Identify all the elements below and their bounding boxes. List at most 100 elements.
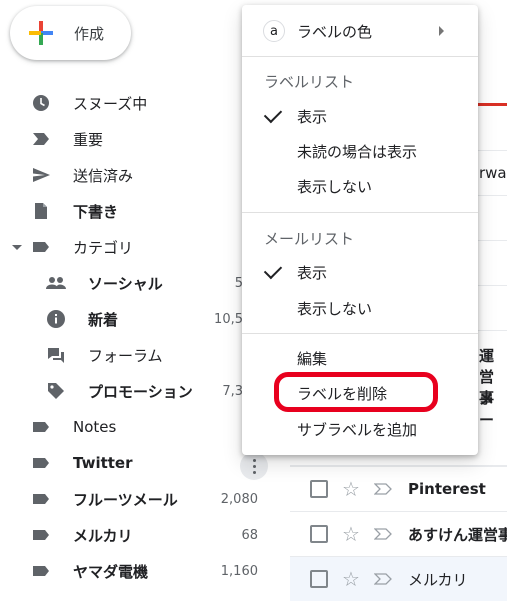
sidebar-item-label: 下書き — [73, 202, 119, 221]
sidebar-item-label: 重要 — [73, 130, 104, 149]
sidebar-item-label: Notes — [73, 418, 117, 436]
select-checkbox[interactable] — [310, 525, 328, 543]
mail-sender: メルカリ — [408, 570, 468, 589]
sidebar-item-updates[interactable]: 新着 10,5 — [0, 301, 270, 337]
compose-button[interactable]: 作成 — [10, 6, 131, 60]
sidebar-item-label: 新着 — [88, 310, 119, 329]
compose-label: 作成 — [74, 24, 105, 43]
menu-item-label: 表示 — [297, 107, 328, 126]
star-icon[interactable]: ☆ — [342, 522, 360, 546]
sidebar-item-yamada[interactable]: ヤマダ電機 1,160 — [0, 553, 270, 589]
menu-item-mail-list-hide[interactable]: 表示しない — [242, 291, 478, 325]
sidebar-item-social[interactable]: ソーシャル 5 — [0, 265, 270, 301]
sidebar-item-forums[interactable]: フォーラム — [0, 337, 270, 373]
sidebar-item-fruits-mail[interactable]: フルーツメール 2,080 — [0, 481, 270, 517]
star-icon[interactable]: ☆ — [342, 477, 360, 501]
sidebar-item-label: Twitter — [73, 454, 133, 472]
menu-item-add-sublabel[interactable]: サブラベルを追加 — [242, 412, 478, 446]
check-icon — [263, 260, 283, 280]
label-options-button[interactable] — [240, 452, 268, 480]
sidebar-item-label: プロモーション — [88, 382, 193, 401]
menu-item-label: 表示 — [297, 263, 328, 282]
mail-sender: Pinterest — [408, 480, 486, 498]
plus-icon — [26, 18, 56, 48]
label-icon — [30, 560, 52, 582]
importance-marker-icon[interactable] — [374, 573, 392, 585]
menu-item-label: 表示しない — [297, 177, 373, 196]
draft-icon — [30, 200, 52, 222]
tag-icon — [45, 380, 67, 402]
menu-divider — [242, 56, 478, 57]
menu-item-label-list-show[interactable]: 表示 — [242, 99, 478, 133]
info-icon — [45, 308, 67, 330]
importance-marker-icon[interactable] — [374, 528, 392, 540]
label-icon — [30, 416, 52, 438]
label-icon — [30, 236, 52, 258]
label-icon — [30, 452, 52, 474]
mail-row[interactable]: ☆ あすけん運営事 — [290, 511, 507, 556]
menu-item-label-list-hide[interactable]: 表示しない — [242, 169, 478, 203]
label-icon — [30, 488, 52, 510]
sidebar-item-label: スヌーズ中 — [73, 94, 148, 113]
list-divider — [478, 150, 507, 151]
menu-divider — [242, 212, 478, 213]
menu-item-label: ラベルの色 — [297, 22, 373, 41]
list-divider — [478, 330, 507, 331]
row-sender-fragment: メー — [479, 390, 495, 429]
sidebar-item-important[interactable]: 重要 — [0, 121, 270, 157]
sidebar-item-promotions[interactable]: プロモーション 7,3 — [0, 373, 270, 409]
sidebar-item-mercari[interactable]: メルカリ 68 — [0, 517, 270, 553]
row-sender-fragment: rwar — [479, 164, 507, 182]
sidebar-item-label: 送信済み — [73, 166, 134, 185]
highlight-annotation — [274, 372, 438, 412]
clock-icon — [30, 92, 52, 114]
importance-marker-icon[interactable] — [374, 483, 392, 495]
label-icon — [30, 524, 52, 546]
send-icon — [30, 164, 52, 186]
sidebar-item-twitter[interactable]: Twitter — [0, 445, 270, 481]
submenu-arrow-icon — [439, 26, 444, 36]
sidebar-item-label: メルカリ — [73, 526, 133, 545]
sidebar-item-snoozed[interactable]: スヌーズ中 — [0, 85, 270, 121]
expand-caret-icon[interactable] — [12, 244, 22, 250]
menu-section-label-list: ラベルリスト — [264, 73, 355, 91]
check-icon — [263, 104, 283, 124]
unread-count: 10,5 — [214, 311, 243, 327]
select-checkbox[interactable] — [310, 570, 328, 588]
menu-item-label: 未読の場合は表示 — [297, 142, 418, 161]
select-checkbox[interactable] — [310, 480, 328, 498]
star-icon[interactable]: ☆ — [342, 567, 360, 591]
mail-row[interactable]: ☆ Pinterest — [290, 466, 507, 511]
unread-count: 68 — [241, 527, 258, 543]
unread-count: 2,080 — [220, 491, 258, 507]
sidebar-item-label: フォーラム — [88, 346, 163, 365]
menu-section-mail-list: メールリスト — [264, 230, 355, 248]
sidebar-item-categories[interactable]: カテゴリ — [0, 229, 270, 265]
menu-item-label: 編集 — [297, 349, 328, 368]
sidebar-item-label: ヤマダ電機 — [73, 562, 149, 581]
mail-sender: あすけん運営事 — [408, 525, 507, 544]
forum-icon — [45, 344, 67, 366]
unread-count: 7,3 — [222, 383, 243, 399]
sidebar-item-drafts[interactable]: 下書き — [0, 193, 270, 229]
more-vert-icon — [252, 458, 256, 462]
sidebar-item-notes[interactable]: Notes — [0, 409, 270, 445]
list-divider — [478, 195, 507, 196]
menu-divider — [242, 333, 478, 334]
menu-item-mail-list-show[interactable]: 表示 — [242, 255, 478, 289]
people-icon — [45, 272, 67, 294]
list-divider — [478, 240, 507, 241]
label-important-icon — [30, 128, 52, 150]
menu-item-label: 表示しない — [297, 299, 373, 318]
list-divider — [478, 285, 507, 286]
sidebar-item-label: フルーツメール — [73, 490, 178, 509]
sidebar-item-sent[interactable]: 送信済み — [0, 157, 270, 193]
menu-item-edit[interactable]: 編集 — [242, 341, 478, 375]
sidebar-item-label: カテゴリ — [73, 238, 134, 257]
unread-count: 1,160 — [220, 563, 258, 579]
sidebar-item-label: ソーシャル — [88, 274, 163, 293]
mail-row[interactable]: ☆ メルカリ — [290, 556, 507, 601]
label-color-icon: a — [263, 20, 285, 42]
menu-item-label-list-show-unread[interactable]: 未読の場合は表示 — [242, 134, 478, 168]
menu-item-label-color[interactable]: a ラベルの色 — [242, 14, 478, 48]
